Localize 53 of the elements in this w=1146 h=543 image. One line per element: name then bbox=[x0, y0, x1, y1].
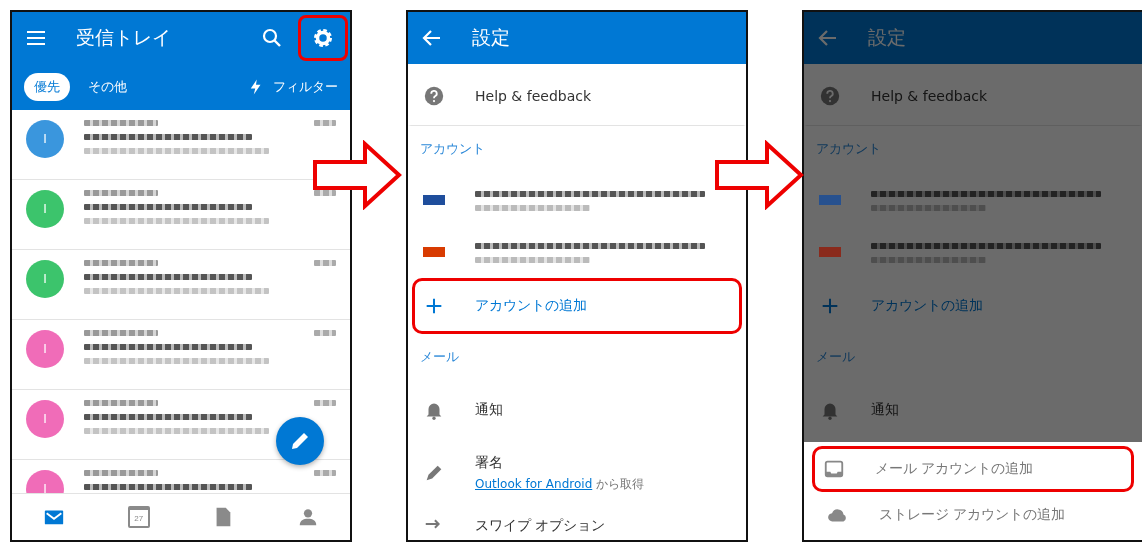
blurred-text bbox=[314, 120, 336, 126]
section-header: アカウント bbox=[419, 140, 486, 158]
filter-button[interactable]: フィルター bbox=[273, 78, 338, 96]
avatar: I bbox=[26, 190, 64, 228]
avatar: I bbox=[26, 470, 64, 493]
signature-source: から取得 bbox=[596, 476, 645, 491]
settings-label: アカウントの追加 bbox=[475, 297, 587, 315]
help-icon bbox=[423, 85, 445, 107]
settings-label: Help & feedback bbox=[871, 88, 988, 104]
settings-item[interactable]: スワイプ オプション bbox=[408, 508, 746, 538]
avatar: I bbox=[26, 260, 64, 298]
screen-title: 設定 bbox=[472, 25, 511, 50]
nav-tab[interactable]: 27 bbox=[96, 494, 181, 540]
screen-title: 設定 bbox=[868, 25, 907, 50]
message-row[interactable]: I bbox=[12, 320, 350, 390]
inbox-tab[interactable]: その他 bbox=[78, 73, 137, 101]
avatar: I bbox=[26, 400, 64, 438]
blurred-text bbox=[314, 400, 336, 406]
blurred-text bbox=[314, 260, 336, 266]
section-header: メール bbox=[419, 348, 460, 366]
sheet-option-label: ストレージ アカウントの追加 bbox=[879, 506, 1066, 524]
blurred-text bbox=[314, 190, 336, 196]
avatar: I bbox=[26, 330, 64, 368]
signature-row[interactable]: 署名 Outlook for Android から取得 bbox=[408, 438, 746, 508]
settings-item[interactable]: Help & feedback bbox=[408, 64, 746, 126]
inbox-tab[interactable]: 優先 bbox=[24, 73, 70, 101]
settings-button[interactable] bbox=[298, 15, 348, 61]
settings-icon bbox=[311, 26, 335, 50]
settings-label: 通知 bbox=[475, 401, 503, 419]
help-icon bbox=[819, 85, 841, 107]
blurred-text bbox=[314, 470, 336, 476]
calendar-icon: 27 bbox=[127, 506, 150, 528]
settings-item[interactable]: 通知 bbox=[408, 382, 746, 438]
blurred-text bbox=[314, 330, 336, 336]
section-header: メール bbox=[815, 348, 856, 366]
signature-link[interactable]: Outlook for Android bbox=[475, 476, 593, 491]
sheet-option[interactable]: メール アカウントの追加 bbox=[812, 446, 1134, 492]
settings-label: スワイプ オプション bbox=[475, 517, 606, 535]
settings-item[interactable]: アカウントの追加 bbox=[412, 278, 742, 334]
settings-label: アカウントの追加 bbox=[871, 297, 983, 315]
settings-item[interactable]: 通知 bbox=[804, 382, 1142, 438]
inbox-tray-icon bbox=[823, 458, 845, 480]
avatar: I bbox=[26, 120, 64, 158]
settings-label: 通知 bbox=[871, 401, 899, 419]
settings-item[interactable]: アカウントの追加 bbox=[804, 278, 1142, 334]
app-title: 受信トレイ bbox=[76, 25, 172, 50]
settings-label: Help & feedback bbox=[475, 88, 592, 104]
settings-item[interactable]: Help & feedback bbox=[804, 64, 1142, 126]
section-header: アカウント bbox=[815, 140, 882, 158]
sheet-option-label: メール アカウントの追加 bbox=[875, 460, 1034, 478]
sheet-option[interactable]: ストレージ アカウントの追加 bbox=[812, 492, 1134, 538]
signature-label: 署名 bbox=[475, 453, 504, 472]
compose-button[interactable] bbox=[276, 417, 324, 465]
